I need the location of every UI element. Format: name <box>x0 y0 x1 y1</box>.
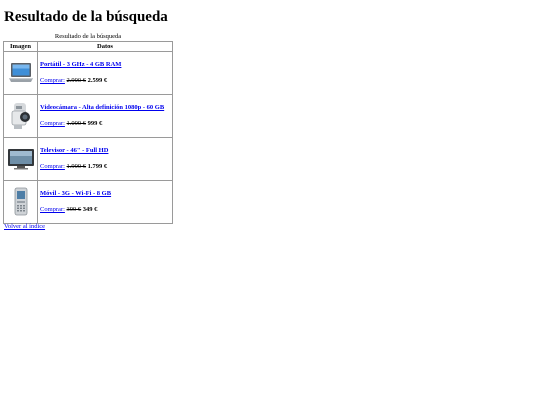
product-data-cell: Televisor - 46" - Full HD Comprar: 1.999… <box>37 137 173 181</box>
new-price: 2.599 € <box>87 77 108 84</box>
table-header-row: Imagen Datos <box>3 41 173 52</box>
product-link[interactable]: Televisor - 46" - Full HD <box>40 147 170 155</box>
table-caption: Resultado de la búsqueda <box>54 33 122 40</box>
product-data-cell: Portátil - 3 GHz - 4 GB RAM Comprar: 2.9… <box>37 51 173 95</box>
header-image: Imagen <box>3 41 38 52</box>
table-row: Portátil - 3 GHz - 4 GB RAM Comprar: 2.9… <box>3 51 173 95</box>
buy-link[interactable]: Comprar: <box>40 206 65 213</box>
old-price: 2.990 € <box>66 77 87 84</box>
product-image-cell <box>3 137 38 181</box>
product-link[interactable]: Móvil - 3G - Wi-Fi - 8 GB <box>40 190 170 198</box>
laptop-icon[interactable] <box>6 62 35 84</box>
product-image-cell <box>3 94 38 138</box>
product-image-cell <box>3 180 38 224</box>
product-data-cell: Videocámara - Alta definición 1080p - 60… <box>37 94 173 138</box>
table-row: Videocámara - Alta definición 1080p - 60… <box>3 94 173 138</box>
buy-link[interactable]: Comprar: <box>40 163 65 170</box>
buy-line: Comprar: 1.999 € 1.799 € <box>40 163 170 171</box>
product-link[interactable]: Portátil - 3 GHz - 4 GB RAM <box>40 61 170 69</box>
product-link[interactable]: Videocámara - Alta definición 1080p - 60… <box>40 104 170 112</box>
buy-link[interactable]: Comprar: <box>40 120 65 127</box>
buy-line: Comprar: 1.099 € 999 € <box>40 120 170 128</box>
buy-link[interactable]: Comprar: <box>40 77 65 84</box>
new-price: 999 € <box>87 120 103 127</box>
table-row: Televisor - 46" - Full HD Comprar: 1.999… <box>3 137 173 181</box>
mobile-phone-icon[interactable] <box>6 187 35 217</box>
old-price: 1.999 € <box>66 163 87 170</box>
back-to-index-link[interactable]: Volver al índice <box>4 223 45 230</box>
results-table: Resultado de la búsqueda Imagen Datos Po… <box>3 33 173 224</box>
television-icon[interactable] <box>6 148 35 170</box>
new-price: 349 € <box>82 206 98 213</box>
page-title: Resultado de la búsqueda <box>4 9 168 25</box>
buy-line: Comprar: 2.990 € 2.599 € <box>40 77 170 85</box>
buy-line: Comprar: 399 € 349 € <box>40 206 170 214</box>
product-data-cell: Móvil - 3G - Wi-Fi - 8 GB Comprar: 399 €… <box>37 180 173 224</box>
old-price: 399 € <box>66 206 82 213</box>
old-price: 1.099 € <box>66 120 87 127</box>
table-row: Móvil - 3G - Wi-Fi - 8 GB Comprar: 399 €… <box>3 180 173 224</box>
product-image-cell <box>3 51 38 95</box>
new-price: 1.799 € <box>87 163 108 170</box>
camcorder-icon[interactable] <box>6 101 35 131</box>
header-data: Datos <box>37 41 173 52</box>
